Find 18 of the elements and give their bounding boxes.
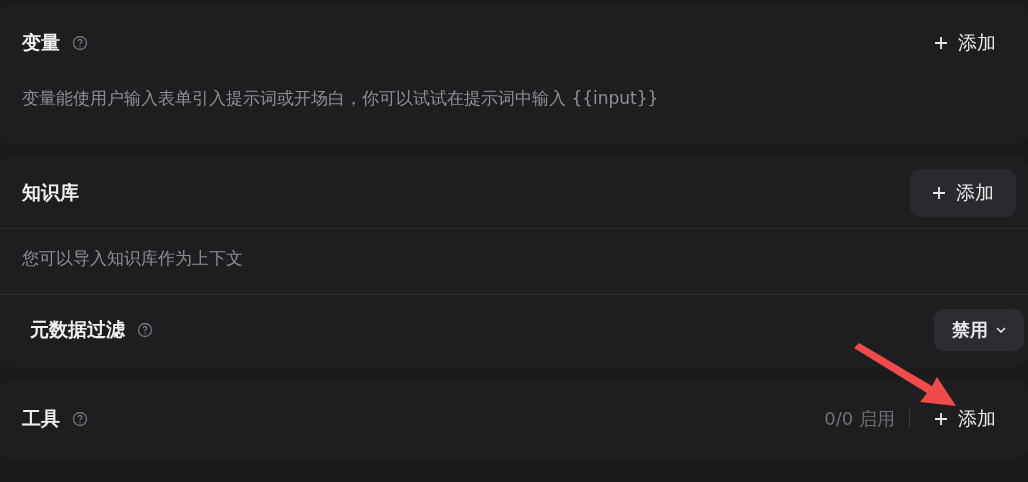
- section-description: 变量能使用户输入表单引入提示词或开场白，你可以试试在提示词中输入 {{input}}: [22, 88, 659, 108]
- section-description: 您可以导入知识库作为上下文: [22, 248, 243, 268]
- filter-dropdown[interactable]: 禁用: [934, 309, 1024, 351]
- help-icon[interactable]: [72, 411, 88, 427]
- section-title: 工具: [22, 406, 60, 431]
- plus-icon: [934, 36, 948, 50]
- add-button[interactable]: 添加: [910, 169, 1016, 217]
- status-text: 0/0 启用: [824, 407, 895, 431]
- plus-icon: [934, 412, 948, 426]
- filter-label: 元数据过滤: [30, 317, 125, 342]
- plus-icon: [932, 186, 946, 200]
- caret-icon: [996, 327, 1006, 333]
- section-title: 知识库: [22, 180, 79, 205]
- section-title: 变量: [22, 30, 60, 55]
- help-icon[interactable]: [137, 322, 153, 338]
- add-button[interactable]: 添加: [924, 395, 1006, 443]
- help-icon[interactable]: [72, 35, 88, 51]
- add-button[interactable]: 添加: [924, 19, 1006, 67]
